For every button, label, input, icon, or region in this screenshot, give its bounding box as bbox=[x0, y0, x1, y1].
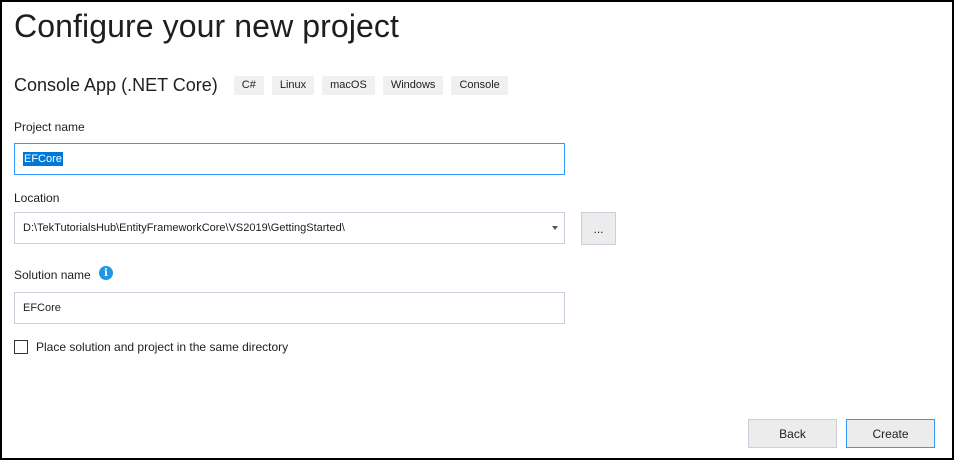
chevron-down-icon[interactable] bbox=[552, 226, 558, 230]
tag-console: Console bbox=[451, 76, 508, 95]
same-directory-label[interactable]: Place solution and project in the same d… bbox=[36, 340, 288, 354]
project-name-input[interactable]: EFCore bbox=[14, 143, 565, 175]
solution-name-value: EFCore bbox=[23, 302, 61, 314]
location-combobox[interactable]: D:\TekTutorialsHub\EntityFrameworkCore\V… bbox=[14, 212, 565, 244]
browse-button[interactable]: ... bbox=[581, 212, 616, 245]
create-button[interactable]: Create bbox=[846, 419, 935, 448]
template-row: Console App (.NET Core) C# Linux macOS W… bbox=[14, 75, 516, 96]
tag-csharp: C# bbox=[233, 76, 264, 95]
tag-macos: macOS bbox=[322, 76, 375, 95]
back-button[interactable]: Back bbox=[748, 419, 837, 448]
project-name-value: EFCore bbox=[23, 152, 63, 166]
solution-name-input[interactable]: EFCore bbox=[14, 292, 565, 324]
same-directory-checkbox[interactable] bbox=[14, 340, 28, 354]
info-icon[interactable]: i bbox=[99, 266, 113, 280]
same-directory-option[interactable]: Place solution and project in the same d… bbox=[14, 340, 288, 354]
configure-project-dialog: Configure your new project Console App (… bbox=[0, 0, 954, 460]
location-label: Location bbox=[14, 191, 60, 205]
tag-windows: Windows bbox=[382, 76, 444, 95]
project-name-label: Project name bbox=[14, 120, 85, 134]
solution-name-label: Solution name bbox=[14, 268, 91, 282]
page-title: Configure your new project bbox=[14, 8, 400, 44]
location-value: D:\TekTutorialsHub\EntityFrameworkCore\V… bbox=[23, 222, 345, 234]
tag-linux: Linux bbox=[271, 76, 315, 95]
template-name: Console App (.NET Core) bbox=[14, 75, 218, 95]
